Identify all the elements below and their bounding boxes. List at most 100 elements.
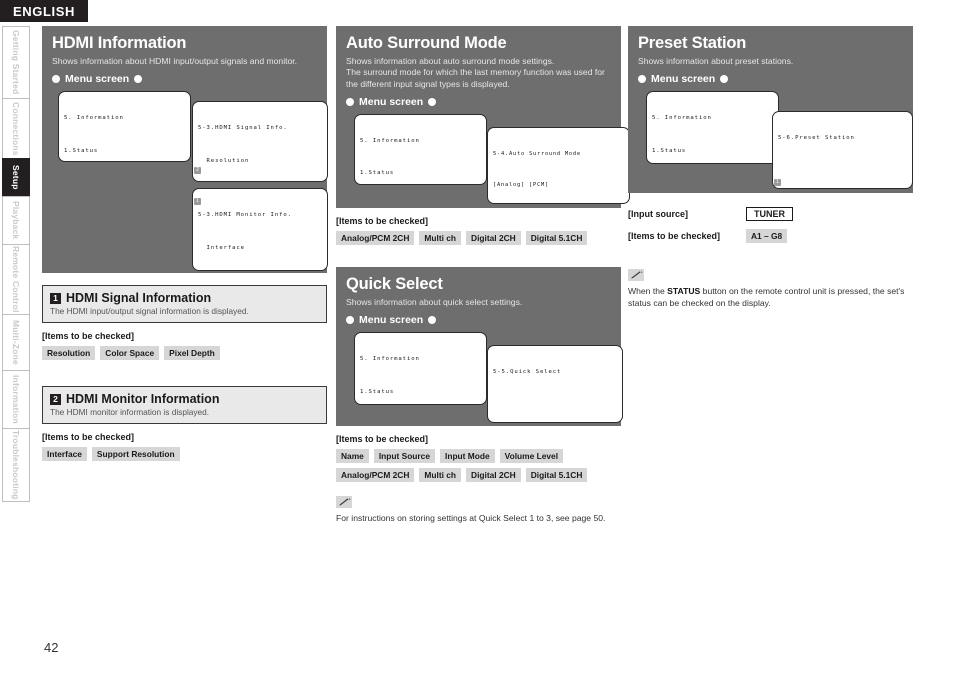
- chip-resolution: Resolution: [42, 346, 96, 360]
- items-to-be-checked-label: [Items to be checked]: [628, 231, 721, 241]
- menu-screen-label: Menu screen: [346, 96, 611, 108]
- input-source-row: [Input source] TUNER: [628, 207, 913, 221]
- section-title: HDMI Signal Information: [66, 291, 212, 305]
- osd-row: 1.Status: [360, 170, 395, 177]
- section-subtitle: The HDMI monitor information is displaye…: [50, 407, 210, 417]
- chip-multi-ch: Multi ch: [419, 468, 462, 482]
- chip-color-space: Color Space: [100, 346, 160, 360]
- items-to-be-checked-label: [Items to be checked]: [336, 216, 429, 226]
- chip-name: Name: [336, 449, 369, 463]
- chip-digital-51ch: Digital 5.1CH: [525, 231, 588, 245]
- bullet-dot-icon: [720, 75, 729, 84]
- section-number-badge: 2: [50, 393, 61, 405]
- hdmi-information-description: Shows information about HDMI input/outpu…: [52, 56, 298, 66]
- hdmi-osd-area: 5. Information 1.Status 2.Audio Input Si…: [52, 91, 328, 272]
- chip-interface: Interface: [42, 447, 87, 461]
- chip-preset-range: A1 – G8: [746, 229, 788, 243]
- sidebar-item-getting-started[interactable]: Getting Started: [2, 26, 30, 98]
- menu-screen-text: Menu screen: [359, 96, 424, 109]
- sidebar-item-setup[interactable]: Setup: [2, 158, 30, 196]
- page-title-quick-select: Quick Select: [346, 275, 443, 293]
- bullet-dot-icon: [346, 316, 354, 325]
- quick-select-osd-area: 5. Information 1.Status 2.Audio Input Si…: [346, 332, 623, 424]
- osd-row: 1.Status: [360, 388, 395, 395]
- osd-row: Interface: [198, 244, 245, 251]
- osd-auto-surround-mode-detail: 5-4.Auto Surround Mode [Analog] [PCM] 2C…: [487, 127, 630, 205]
- sidebar-item-label: Connections: [11, 101, 21, 156]
- note-text: For instructions on storing settings at …: [336, 513, 606, 523]
- preset-station-panel: Preset Station Shows information about p…: [628, 26, 913, 193]
- column-preset-station: Preset Station Shows information about p…: [628, 26, 913, 309]
- section-number-badge: 1: [50, 292, 61, 304]
- quick-select-description: Shows information about quick select set…: [346, 297, 523, 307]
- osd-information-menu: 5. Information 1.Status 2.Audio Input Si…: [354, 332, 487, 406]
- osd-page-badge: 2: [194, 167, 201, 175]
- chip-digital-2ch: Digital 2CH: [466, 231, 521, 245]
- menu-screen-text: Menu screen: [651, 73, 716, 86]
- sidebar-item-label: Multi-Zone: [11, 320, 21, 365]
- osd-title: 5. Information: [652, 115, 712, 122]
- osd-title: 5. Information: [360, 356, 420, 363]
- osd-title: 5-3.HDMI Signal Info.: [198, 125, 288, 132]
- page-title-auto-surround-mode: Auto Surround Mode: [346, 34, 507, 52]
- osd-hdmi-signal-info: 5-3.HDMI Signal Info. Resolution 480i ➜ …: [192, 101, 328, 183]
- osd-row: Resolution: [198, 157, 250, 164]
- chip-list-row-2: Analog/PCM 2CH Multi ch Digital 2CH Digi…: [336, 468, 621, 482]
- sidebar-item-label: Getting Started: [11, 30, 21, 95]
- auto-surround-mode-panel: Auto Surround Mode Shows information abo…: [336, 26, 630, 208]
- preset-station-note: When the STATUS button on the remote con…: [628, 269, 913, 309]
- osd-row: 1.Status: [64, 147, 99, 154]
- sidebar-item-remote-control[interactable]: Remote Control: [2, 244, 30, 314]
- chip-input-mode: Input Mode: [440, 449, 495, 463]
- osd-title: 5-5.Quick Select: [493, 369, 562, 376]
- page-root: ENGLISH Getting Started Connections Setu…: [0, 0, 954, 675]
- osd-title: 5-6.Preset Station: [778, 135, 855, 142]
- quick-select-panel: Quick Select Shows information about qui…: [336, 267, 623, 426]
- chip-analog-pcm-2ch: Analog/PCM 2CH: [336, 468, 415, 482]
- chip-list: Interface Support Resolution: [42, 447, 327, 461]
- sidebar-item-label: Remote Control: [11, 246, 21, 313]
- sidebar-item-label: Playback: [11, 201, 21, 240]
- chip-multi-ch: Multi ch: [419, 231, 462, 245]
- chip-list-row-1: Name Input Source Input Mode Volume Leve…: [336, 449, 621, 463]
- chip-pixel-depth: Pixel Depth: [164, 346, 220, 360]
- sidebar-item-information[interactable]: Information: [2, 370, 30, 428]
- section-heading: 1 HDMI Signal Information: [50, 291, 319, 305]
- osd-title: 5. Information: [64, 115, 124, 122]
- note-text: When the STATUS button on the remote con…: [628, 285, 913, 309]
- osd-information-menu: 5. Information 1.Status 2.Audio Input Si…: [646, 91, 779, 165]
- osd-information-menu: 5. Information 1.Status 2.Audio Input Si…: [354, 114, 487, 186]
- sidebar-item-troubleshooting[interactable]: Troubleshooting: [2, 428, 30, 502]
- chip-digital-2ch: Digital 2CH: [466, 468, 521, 482]
- bullet-dot-icon: [428, 98, 437, 107]
- page-title-preset-station: Preset Station: [638, 34, 747, 52]
- section-hdmi-signal-information: 1 HDMI Signal Information The HDMI input…: [42, 285, 327, 323]
- bullet-dot-icon: [52, 75, 60, 84]
- osd-row: HDMI: [198, 271, 322, 272]
- hdmi-information-panel: HDMI Information Shows information about…: [42, 26, 328, 273]
- osd-quick-select-detail: 5-5.Quick Select 1.Quick Select 1 2.Quic…: [487, 345, 623, 424]
- osd-title: 5. Information: [360, 138, 420, 145]
- bullet-dot-icon: [346, 98, 354, 107]
- items-to-be-checked-label: [Items to be checked]: [42, 432, 135, 442]
- column-hdmi-information: HDMI Information Shows information about…: [42, 26, 328, 461]
- input-source-label: [Input source]: [628, 209, 688, 219]
- sidebar-item-connections[interactable]: Connections: [2, 98, 30, 158]
- menu-screen-text: Menu screen: [65, 73, 130, 86]
- menu-screen-label: Menu screen: [346, 314, 611, 326]
- auto-surround-mode-description: Shows information about auto surround mo…: [346, 56, 605, 89]
- osd-row: [Analog] [PCM]: [493, 181, 549, 188]
- menu-screen-label: Menu screen: [638, 73, 903, 85]
- chip-volume-level: Volume Level: [499, 449, 564, 463]
- sidebar-item-multi-zone[interactable]: Multi-Zone: [2, 314, 30, 370]
- sidebar-item-playback[interactable]: Playback: [2, 196, 30, 244]
- chip-support-resolution: Support Resolution: [91, 447, 180, 461]
- page-title-hdmi-information: HDMI Information: [52, 34, 187, 52]
- menu-screen-label: Menu screen: [52, 73, 317, 85]
- items-to-be-checked-label: [Items to be checked]: [42, 331, 135, 341]
- sidebar-item-label: Information: [11, 375, 21, 424]
- items-to-be-checked-label: [Items to be checked]: [336, 434, 429, 444]
- section-hdmi-monitor-information: 2 HDMI Monitor Information The HDMI moni…: [42, 386, 327, 424]
- chip-digital-51ch: Digital 5.1CH: [525, 468, 588, 482]
- auto-surround-osd-area: 5. Information 1.Status 2.Audio Input Si…: [346, 114, 630, 205]
